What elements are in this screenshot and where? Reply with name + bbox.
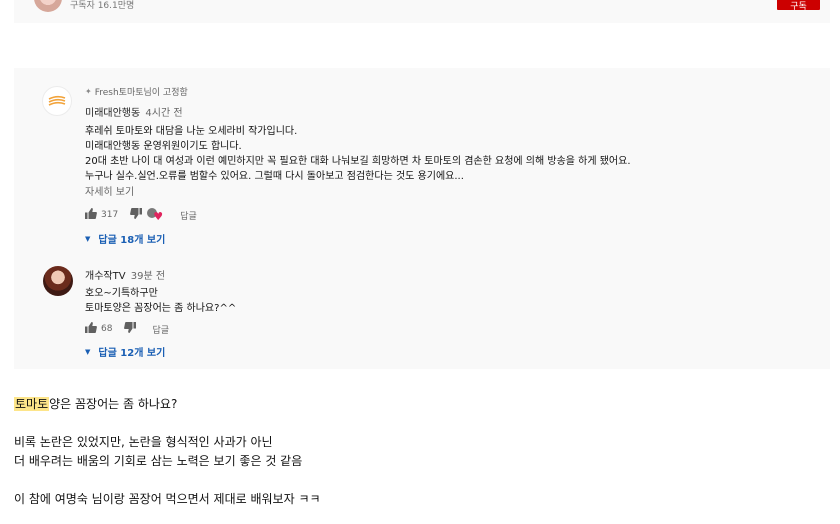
like-count: 317 [101,210,119,220]
comment-actions: 317 ♥ 답글 [85,207,197,223]
comment-author[interactable]: 개수작TV [85,271,126,282]
swoosh-logo-icon [48,95,66,106]
heart-icon: ♥ [153,210,164,223]
thumb-down-icon[interactable] [124,322,137,336]
reply-button[interactable]: 답글 [180,209,197,222]
comment-author[interactable]: 미래대안행동 [85,108,140,119]
view-replies-button[interactable]: ▼ 답글 18개 보기 [85,231,166,247]
thumb-down-icon[interactable] [130,208,143,222]
comment-line: 호오~기특하구만 [85,288,158,299]
comment-line: 미래대안행동 운영위원이기도 합니다. [85,141,242,152]
chevron-down-icon: ▼ [85,234,91,243]
channel-row [14,0,830,23]
pinned-label: ✦ Fresh토마토님이 고정함 [85,85,188,98]
subscriber-count: 구독자 16.1만명 [70,1,135,11]
comment-line: 누구나 실수.실언.오류를 범할수 있어요. 그럴때 다시 돌아보고 점검한다는… [85,171,464,182]
article-line-rest: 양은 꼼장어는 좀 하나요? [49,397,178,411]
comment-header: 미래대안행동 4시간 전 [85,104,183,119]
comment-time[interactable]: 39분 전 [131,271,165,282]
reply-button[interactable]: 답글 [152,323,169,336]
article-line: 이 참에 여명숙 님이랑 꼼장어 먹으면서 제대로 배워보자 ㅋㅋ [14,492,321,506]
comment-line: 토마토양은 꼼장어는 좀 하나요?^^ [85,303,237,314]
article-line: 비록 논란은 있었지만, 논란을 형식적인 사과가 아닌 [14,435,273,449]
read-more-link[interactable]: 자세히 보기 [85,183,134,198]
comment-time[interactable]: 4시간 전 [145,108,182,119]
subscribe-label: 구독 [790,2,807,12]
pin-icon: ✦ [85,87,92,96]
thumb-up-icon[interactable] [85,322,97,336]
comment-line: 후레쉬 토마토와 대담을 나눈 오세라비 작가입니다. [85,126,298,137]
comment-header: 개수작TV 39분 전 [85,267,165,282]
highlighted-word: 토마토 [14,397,50,411]
view-replies-label: 답글 18개 보기 [98,235,166,246]
commenter-avatar[interactable] [42,86,72,116]
view-replies-button[interactable]: ▼ 답글 12개 보기 [85,344,166,360]
article-line: 더 배우려는 배움의 기회로 삼는 노력은 보기 좋은 것 같음 [14,454,303,468]
subscribe-button[interactable]: 구독 [777,0,820,12]
commenter-avatar[interactable] [43,266,73,296]
pinned-text: Fresh토마토님이 고정함 [94,88,188,98]
comment-line: 20대 초반 나이 대 여성과 이런 예민하지만 꼭 필요한 대화 나눠보길 희… [85,156,631,167]
thumb-up-icon[interactable] [85,208,97,222]
chevron-down-icon: ▼ [85,347,91,356]
creator-heart: ♥ [146,207,164,223]
article-line: 토마토양은 꼼장어는 좀 하나요? [14,395,177,412]
like-count: 68 [101,324,113,334]
comment-actions: 68 답글 [85,321,169,337]
view-replies-label: 답글 12개 보기 [98,348,166,359]
